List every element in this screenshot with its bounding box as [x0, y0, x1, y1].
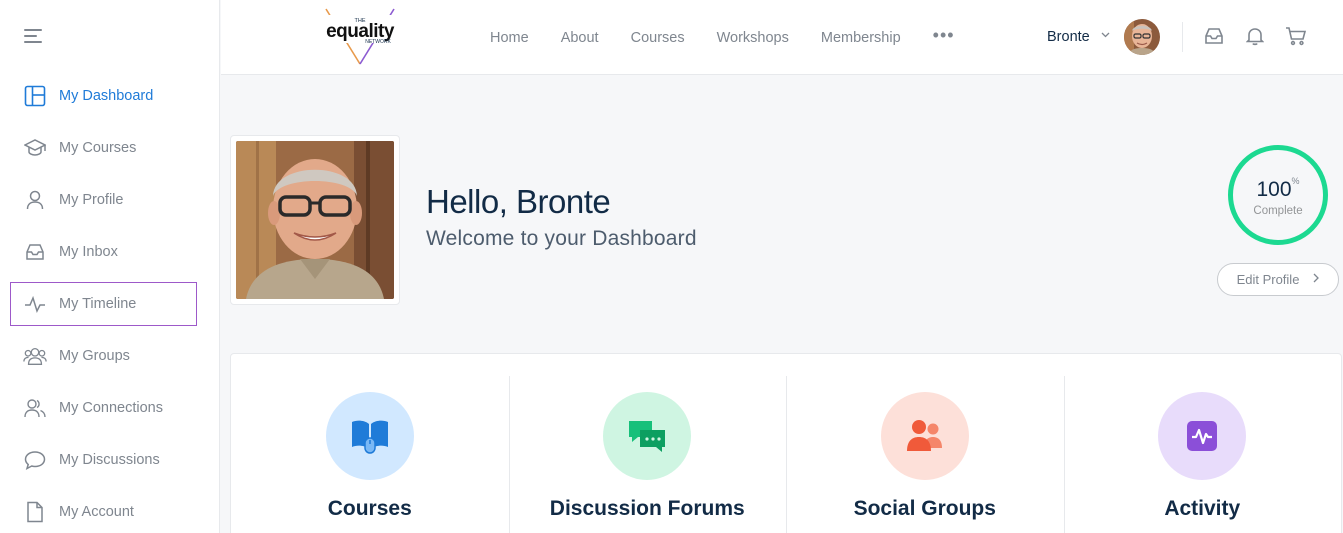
- completion-number: 100: [1256, 178, 1292, 201]
- edit-profile-button[interactable]: Edit Profile: [1217, 263, 1339, 296]
- profile-completion-ring: 100% Complete: [1228, 145, 1328, 245]
- more-icon[interactable]: •••: [933, 25, 955, 46]
- card-title: Activity: [1164, 497, 1241, 520]
- chevron-down-icon[interactable]: [1101, 30, 1110, 41]
- profile-photo-image: [236, 141, 394, 299]
- graduation-cap-icon: [23, 136, 47, 160]
- pulse-icon: [23, 292, 47, 316]
- greeting-prefix: Hello,: [426, 183, 508, 220]
- sidebar-item-account[interactable]: My Account: [10, 490, 197, 533]
- activity-icon: [1158, 392, 1247, 480]
- card-title: Social Groups: [853, 497, 996, 520]
- card-title: Courses: [327, 497, 412, 520]
- card-courses[interactable]: Courses: [231, 354, 509, 533]
- nav-workshops[interactable]: Workshops: [717, 30, 789, 46]
- sidebar-item-discussions[interactable]: My Discussions: [10, 438, 197, 482]
- sidebar-item-courses[interactable]: My Courses: [10, 126, 197, 170]
- completion-unit: %: [1291, 176, 1300, 186]
- top-nav: Home About Courses Workshops Membership …: [490, 0, 955, 75]
- completion-label: Complete: [1253, 205, 1303, 217]
- user-icon: [23, 188, 47, 212]
- avatar[interactable]: [1124, 19, 1160, 55]
- sidebar-nav: My Dashboard My Courses My Profile My In…: [10, 74, 197, 533]
- greeting: Hello, Bronte: [426, 183, 611, 221]
- card-activity[interactable]: Activity: [1063, 354, 1342, 533]
- nav-about[interactable]: About: [561, 30, 599, 46]
- sidebar-item-timeline[interactable]: My Timeline: [10, 282, 197, 326]
- nav-membership[interactable]: Membership: [821, 30, 901, 46]
- svg-text:NETWORK: NETWORK: [365, 39, 391, 45]
- welcome-text: Welcome to your Dashboard: [426, 227, 697, 250]
- sidebar-item-dashboard[interactable]: My Dashboard: [10, 74, 197, 118]
- sidebar-item-label: My Dashboard: [59, 88, 154, 104]
- chevron-right-icon: [1313, 273, 1320, 286]
- sidebar-item-label: My Connections: [59, 400, 163, 416]
- nav-courses[interactable]: Courses: [631, 30, 685, 46]
- sidebar-item-label: My Discussions: [59, 452, 160, 468]
- sidebar-item-label: My Groups: [59, 348, 130, 364]
- document-icon: [23, 500, 47, 524]
- sidebar-item-label: My Courses: [59, 140, 137, 156]
- group-icon: [880, 392, 969, 480]
- sidebar-item-profile[interactable]: My Profile: [10, 178, 197, 222]
- sidebar-item-label: My Timeline: [59, 296, 137, 312]
- sidebar-item-inbox[interactable]: My Inbox: [10, 230, 197, 274]
- card-title: Discussion Forums: [549, 497, 745, 520]
- user-menu-name[interactable]: Bronte: [1047, 29, 1090, 45]
- inbox-icon[interactable]: [1204, 26, 1226, 48]
- profile-photo[interactable]: [230, 135, 400, 305]
- sidebar-item-label: My Inbox: [59, 244, 118, 260]
- greeting-name: Bronte: [516, 183, 611, 220]
- edit-profile-label: Edit Profile: [1236, 272, 1300, 287]
- sidebar: My Dashboard My Courses My Profile My In…: [0, 0, 220, 533]
- sidebar-item-label: My Account: [59, 504, 134, 520]
- sidebar-item-connections[interactable]: My Connections: [10, 386, 197, 430]
- card-social-groups[interactable]: Social Groups: [786, 354, 1064, 533]
- header-divider: [1182, 22, 1183, 52]
- menu-toggle-icon[interactable]: [24, 29, 44, 45]
- chat-icon: [603, 392, 692, 480]
- dashboard-cards: Courses Discussion Forums Social Groups: [230, 353, 1342, 533]
- chat-bubble-icon: [23, 448, 47, 472]
- site-logo[interactable]: THE equality NETWORK: [320, 6, 400, 66]
- inbox-icon: [23, 240, 47, 264]
- book-icon: [325, 392, 414, 480]
- top-header: THE equality NETWORK Home About Courses …: [221, 0, 1343, 75]
- card-discussion-forums[interactable]: Discussion Forums: [508, 354, 787, 533]
- dashboard-icon: [23, 84, 47, 108]
- completion-value: 100%: [1233, 176, 1323, 202]
- bell-icon[interactable]: [1245, 26, 1268, 48]
- sidebar-item-groups[interactable]: My Groups: [10, 334, 197, 378]
- connections-icon: [23, 396, 47, 420]
- sidebar-item-label: My Profile: [59, 192, 124, 208]
- group-icon: [23, 344, 47, 368]
- nav-home[interactable]: Home: [490, 30, 529, 46]
- cart-icon[interactable]: [1285, 26, 1307, 48]
